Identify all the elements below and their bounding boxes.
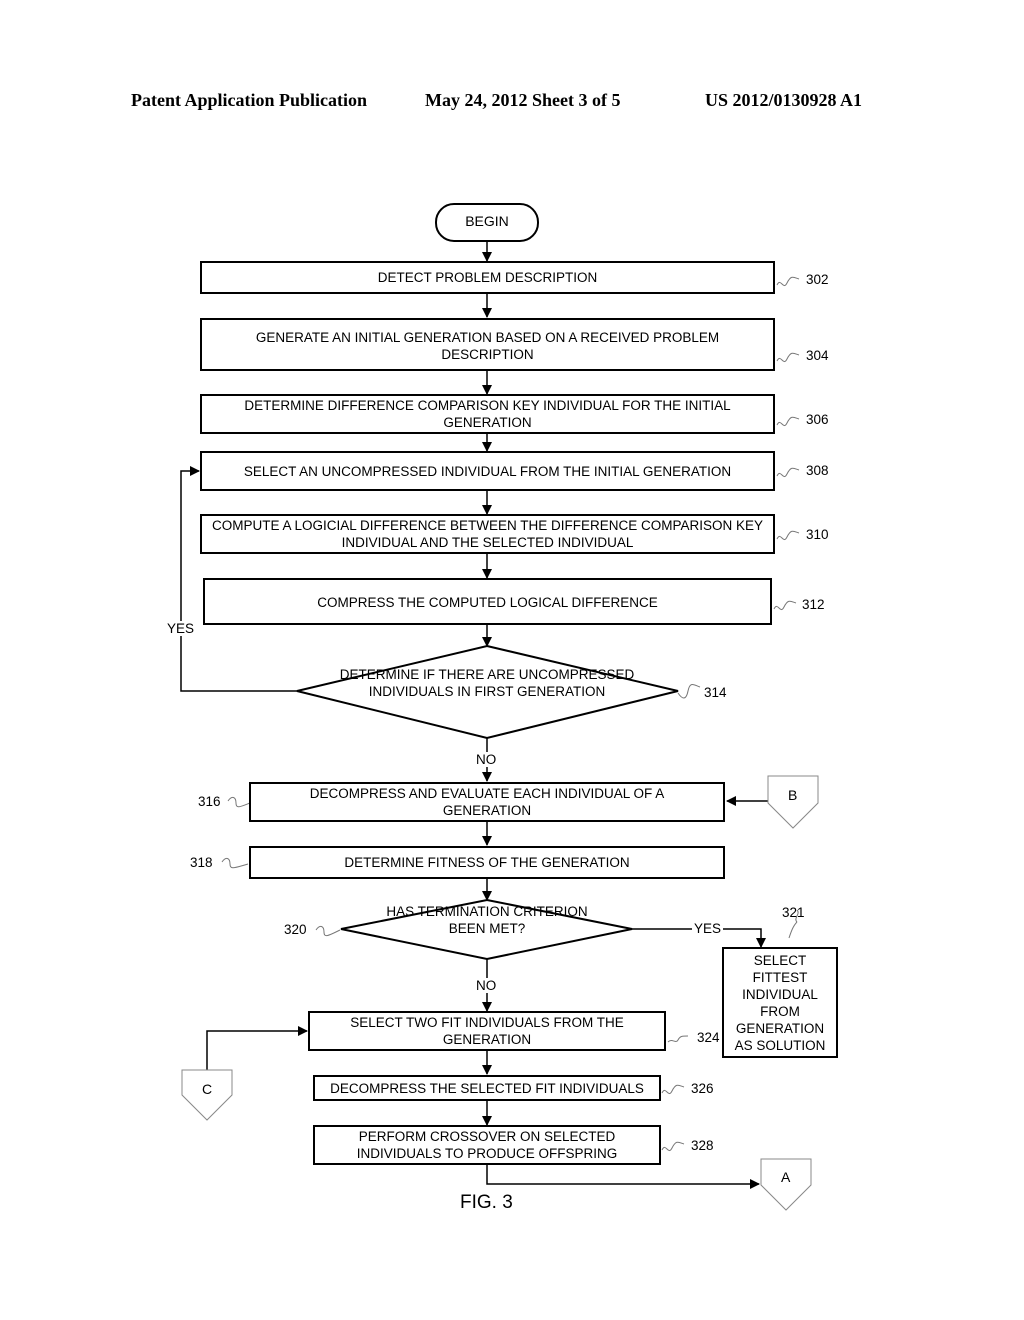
step-328-text: PERFORM CROSSOVER ON SELECTED INDIVIDUAL… <box>356 1129 618 1161</box>
connector-b-label: B <box>788 787 798 803</box>
ref-308: 308 <box>806 463 829 478</box>
step-328: PERFORM CROSSOVER ON SELECTED INDIVIDUAL… <box>313 1125 661 1165</box>
step-306-text: DETERMINE DIFFERENCE COMPARISON KEY INDI… <box>244 398 731 430</box>
decision-320-yes-label: YES <box>692 921 724 936</box>
ref-310: 310 <box>806 527 829 542</box>
ref-318: 318 <box>190 855 213 870</box>
ref-320: 320 <box>284 922 307 937</box>
leader-316 <box>227 796 251 808</box>
leader-326 <box>661 1084 685 1095</box>
step-318-text: DETERMINE FITNESS OF THE GENERATION <box>344 855 630 870</box>
step-306: DETERMINE DIFFERENCE COMPARISON KEY INDI… <box>200 394 775 434</box>
arrow-c-324 <box>206 1026 308 1070</box>
leader-324 <box>667 1035 689 1043</box>
ref-326: 326 <box>691 1081 714 1096</box>
leader-318 <box>221 857 249 869</box>
step-308-text: SELECT AN UNCOMPRESSED INDIVIDUAL FROM T… <box>243 463 732 479</box>
decision-314-yes-label: YES <box>167 621 195 636</box>
ref-306: 306 <box>806 412 829 427</box>
connector-a-label: A <box>781 1169 791 1185</box>
connector-c-label: C <box>202 1081 213 1097</box>
ref-302: 302 <box>806 272 829 287</box>
step-310: COMPUTE A LOGICIAL DIFFERENCE BETWEEN TH… <box>200 514 775 554</box>
ref-324: 324 <box>697 1030 720 1045</box>
step-324: SELECT TWO FIT INDIVIDUALS FROM THE GENE… <box>308 1011 666 1051</box>
step-312: COMPRESS THE COMPUTED LOGICAL DIFFERENCE <box>203 578 772 625</box>
ref-304: 304 <box>806 348 829 363</box>
step-304: GENERATE AN INITIAL GENERATION BASED ON … <box>200 318 775 371</box>
step-304-text: GENERATE AN INITIAL GENERATION BASED ON … <box>255 330 720 362</box>
step-308: SELECT AN UNCOMPRESSED INDIVIDUAL FROM T… <box>200 451 775 491</box>
step-302-text: DETECT PROBLEM DESCRIPTION <box>377 270 598 285</box>
step-316: DECOMPRESS AND EVALUATE EACH INDIVIDUAL … <box>249 782 725 822</box>
decision-314-no-label: NO <box>476 752 497 767</box>
decision-320-text: HAS TERMINATION CRITERION BEEN MET? <box>386 904 588 936</box>
ref-321: 321 <box>782 905 805 920</box>
flowchart-lines <box>180 203 819 1211</box>
leader-306 <box>776 416 800 427</box>
step-312-text: COMPRESS THE COMPUTED LOGICAL DIFFERENCE <box>317 595 658 610</box>
figure-label: FIG. 3 <box>460 1192 513 1213</box>
step-302: DETECT PROBLEM DESCRIPTION <box>200 261 775 294</box>
leader-312 <box>773 600 797 611</box>
step-310-text: COMPUTE A LOGICIAL DIFFERENCE BETWEEN TH… <box>211 518 764 550</box>
begin-label: BEGIN <box>465 213 509 229</box>
decision-314-text: DETERMINE IF THERE ARE UNCOMPRESSED INDI… <box>339 667 635 699</box>
leader-328 <box>661 1141 685 1152</box>
leader-310 <box>776 530 800 541</box>
ref-328: 328 <box>691 1138 714 1153</box>
step-316-text: DECOMPRESS AND EVALUATE EACH INDIVIDUAL … <box>309 786 665 818</box>
ref-316: 316 <box>198 794 221 809</box>
leader-308 <box>776 467 800 478</box>
step-318: DETERMINE FITNESS OF THE GENERATION <box>249 846 725 879</box>
leader-304 <box>776 352 800 363</box>
ref-314: 314 <box>704 685 727 700</box>
decision-320-no-label: NO <box>476 978 497 993</box>
ref-312: 312 <box>802 597 825 612</box>
step-321: SELECT FITTEST INDIVIDUAL FROM GENERATIO… <box>722 947 838 1058</box>
leader-320 <box>315 925 341 937</box>
leader-314 <box>677 684 701 699</box>
step-321-text: SELECT FITTEST INDIVIDUAL FROM GENERATIO… <box>734 952 826 1053</box>
step-326-text: DECOMPRESS THE SELECTED FIT INDIVIDUALS <box>330 1080 644 1096</box>
step-324-text: SELECT TWO FIT INDIVIDUALS FROM THE GENE… <box>350 1015 624 1047</box>
arrow-328-to-a <box>486 1164 760 1189</box>
leader-302 <box>776 276 800 287</box>
step-326: DECOMPRESS THE SELECTED FIT INDIVIDUALS <box>313 1075 661 1101</box>
